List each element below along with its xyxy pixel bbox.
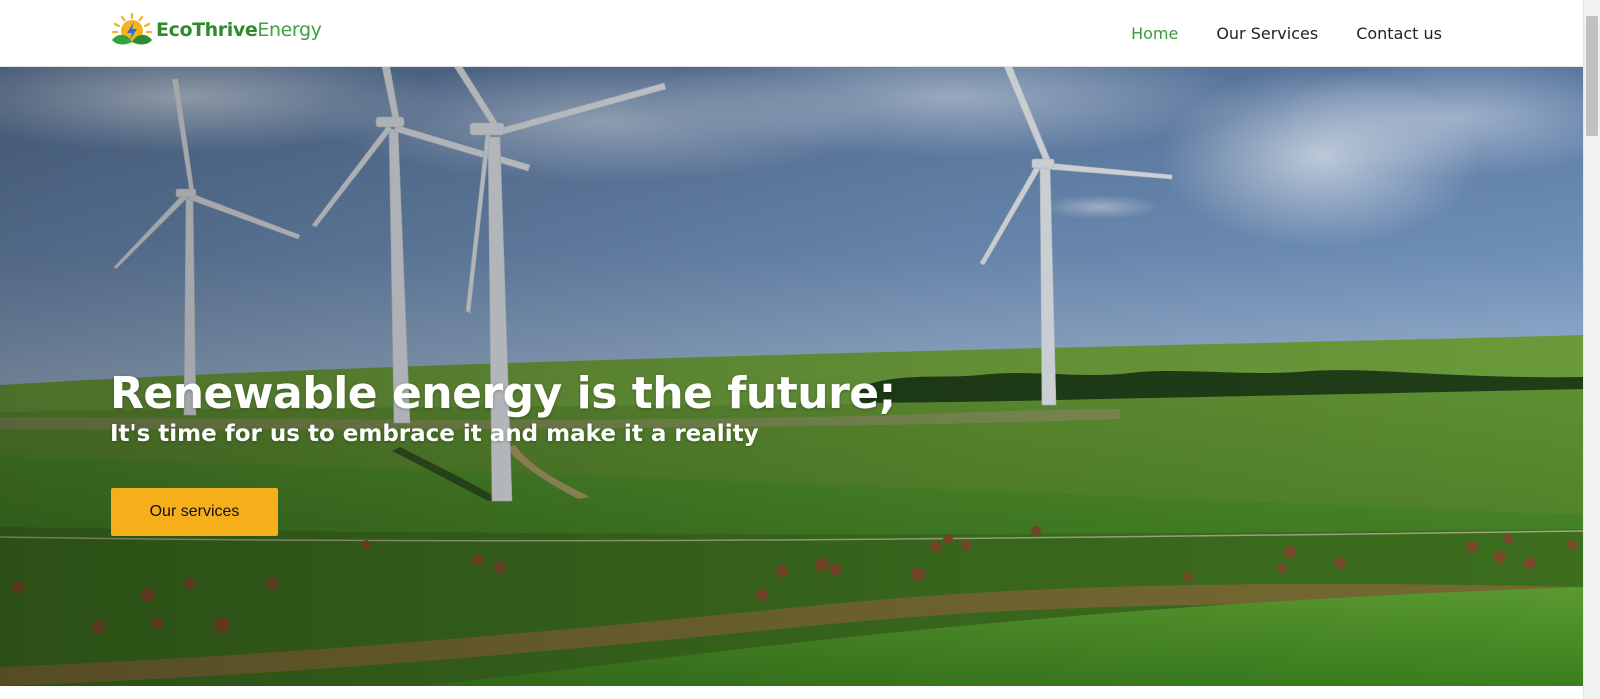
hero-subtitle: It's time for us to embrace it and make … — [110, 421, 759, 447]
site-header: EcoThriveEnergy Home Our Services Contac… — [0, 0, 1583, 67]
brand-name: EcoThriveEnergy — [156, 19, 322, 41]
main-nav: Home Our Services Contact us — [1093, 0, 1442, 67]
scrollbar-thumb[interactable] — [1586, 16, 1598, 136]
page-bottom-edge — [0, 686, 1583, 699]
brand-name-bold: EcoThrive — [156, 19, 258, 41]
hero-title: Renewable energy is the future; — [110, 368, 896, 419]
nav-item-our-services[interactable]: Our Services — [1216, 24, 1318, 43]
sun-leaf-bolt-icon — [110, 12, 156, 48]
brand-logo[interactable]: EcoThriveEnergy — [110, 12, 322, 48]
page-scrollbar[interactable] — [1583, 0, 1600, 699]
hero-section: Renewable energy is the future; It's tim… — [0, 67, 1583, 686]
our-services-button[interactable]: Our services — [111, 488, 278, 536]
nav-item-home[interactable]: Home — [1131, 24, 1178, 43]
brand-name-light: Energy — [257, 19, 322, 41]
nav-item-contact-us[interactable]: Contact us — [1356, 24, 1442, 43]
